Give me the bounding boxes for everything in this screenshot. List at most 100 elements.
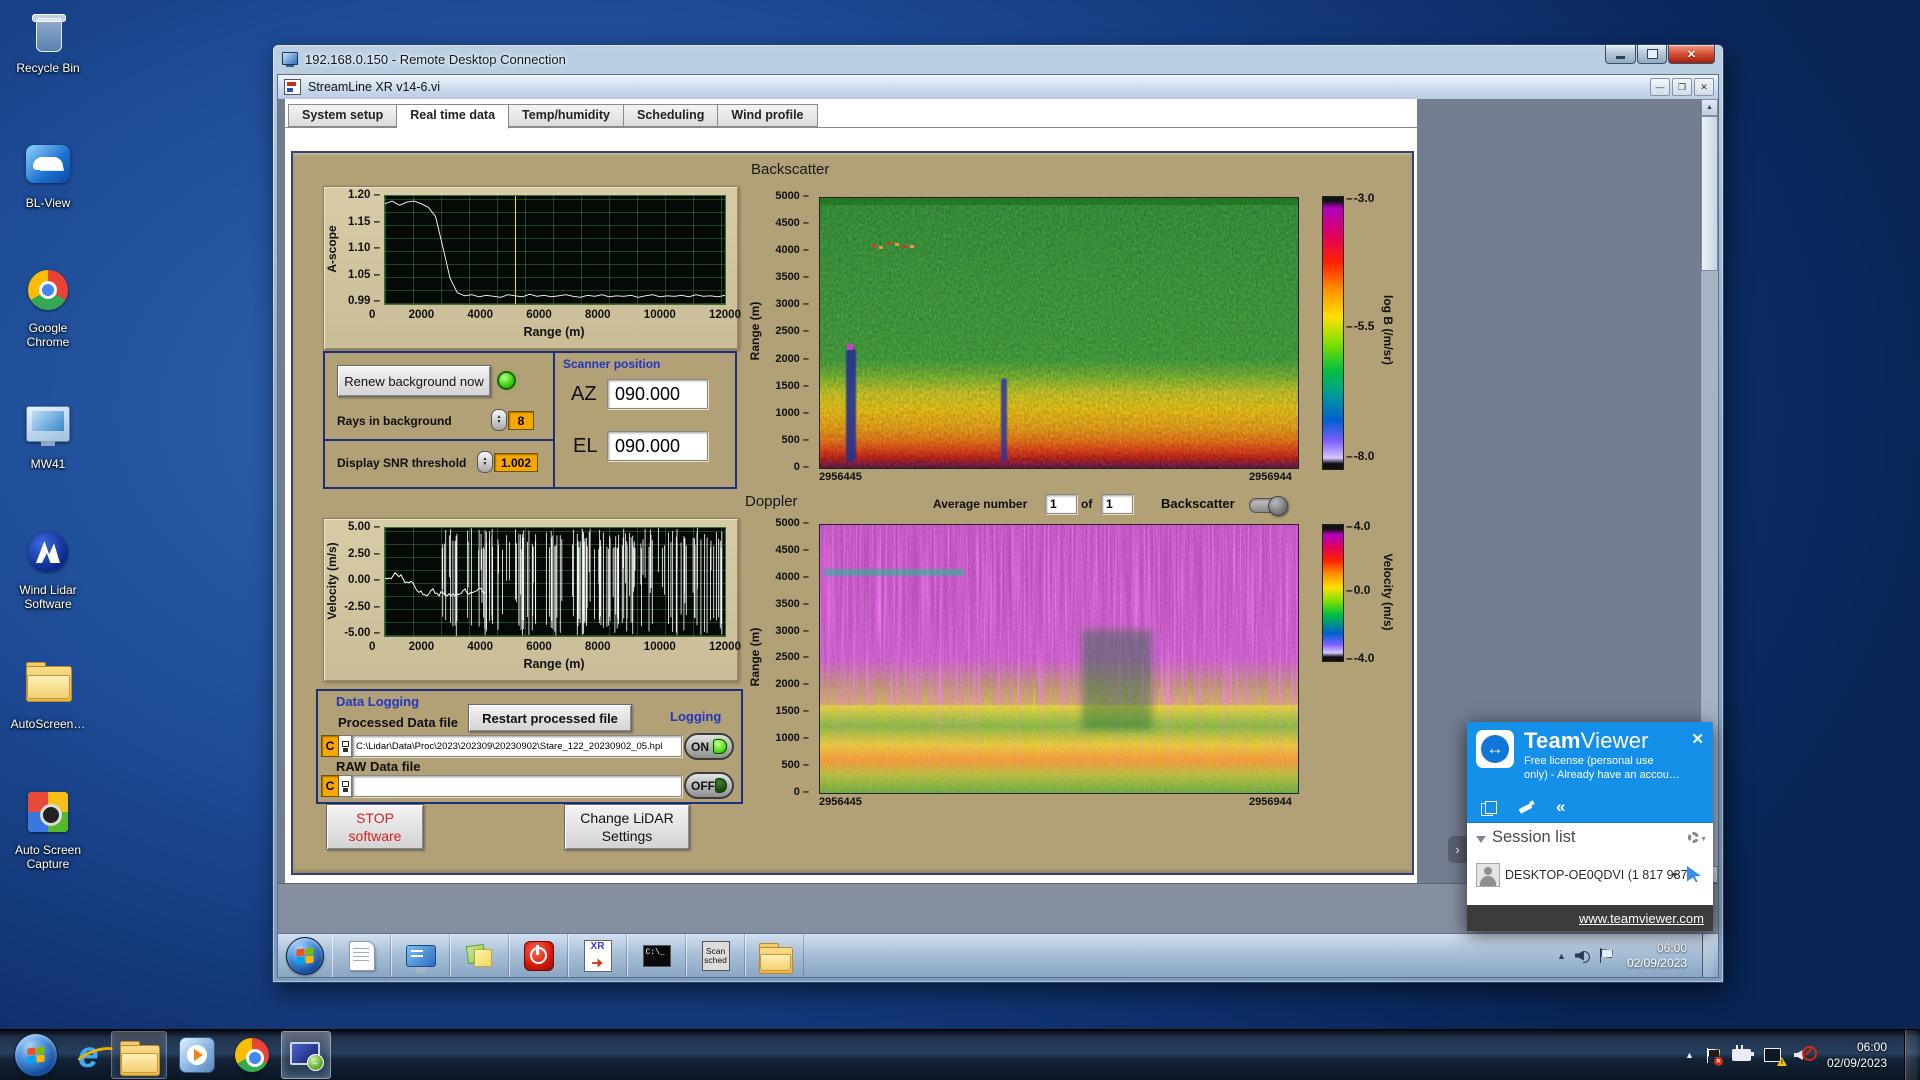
backscatter-colorbar-label: log B (/m/sr) [1381, 294, 1395, 365]
doppler-colorbar-tick-mid: 0.0 [1346, 583, 1371, 597]
desktop-icon-bl-view[interactable]: BL-View [0, 140, 96, 210]
ascope-cursor-line[interactable] [515, 196, 517, 304]
tick-label: 4500 [769, 217, 809, 229]
remote-clock[interactable]: 06:00 02/09/2023 [1621, 941, 1693, 971]
el-value-field[interactable]: 090.000 [607, 431, 708, 461]
processed-logging-toggle[interactable]: ON [684, 733, 734, 760]
internet-explorer-icon: e [78, 1034, 99, 1075]
desktop-icon-wind-lidar[interactable]: Wind Lidar Software [0, 528, 96, 611]
minimize-button[interactable] [1605, 45, 1636, 64]
host-power-plug-icon[interactable] [1731, 1045, 1754, 1061]
remote-taskbar-sticky-notes[interactable] [450, 934, 509, 977]
session-entry[interactable]: DESKTOP-OE0QDVI (1 817 937 [1505, 868, 1688, 882]
host-show-desktop-button[interactable] [1904, 1030, 1918, 1080]
desktop-icon-recycle-bin[interactable]: Recycle Bin [0, 10, 96, 75]
session-list-label: Session list [1492, 828, 1576, 846]
tab-wind-profile[interactable]: Wind profile [718, 104, 818, 127]
processed-drive-box[interactable]: C [321, 735, 339, 757]
remote-taskbar-scan-scheduler[interactable]: Scan sched [686, 934, 745, 977]
host-clock-time: 06:00 [1856, 1040, 1887, 1054]
renew-background-button[interactable]: Renew background now [337, 365, 491, 397]
tick-label: 5.00 [338, 521, 380, 533]
velocity-trace [385, 528, 723, 636]
chrome-icon [234, 1038, 269, 1072]
remote-taskbar-explorer[interactable] [745, 934, 804, 977]
host-hidden-icons-arrow[interactable]: ▲ [1685, 1050, 1694, 1060]
desktop-icon-mw41[interactable]: MW41 [0, 400, 96, 471]
whiteboard-brush-icon[interactable] [1518, 800, 1534, 814]
tick-label: 1500 [769, 705, 809, 717]
remote-hidden-icons-arrow[interactable]: ▲ [1557, 951, 1566, 961]
remote-speaker-icon[interactable] [1574, 949, 1591, 963]
remote-taskbar-streamline-xr[interactable]: XR [568, 934, 627, 977]
host-start-button[interactable] [6, 1032, 66, 1078]
app-minimize-button[interactable]: — [1650, 78, 1670, 96]
remote-taskbar-display-settings[interactable] [391, 934, 450, 977]
app-close-button[interactable]: ✕ [1694, 78, 1714, 96]
tab-scheduling[interactable]: Scheduling [624, 104, 719, 127]
session-copy-icon[interactable] [1481, 800, 1497, 816]
cmd-icon-text: C:\_ [645, 947, 665, 957]
change-lidar-settings-button[interactable]: Change LiDAR Settings [564, 804, 690, 850]
remote-taskbar-notepad[interactable] [332, 934, 391, 977]
raw-logging-toggle[interactable]: OFF [684, 772, 734, 799]
host-speaker-muted-icon[interactable] [1793, 1046, 1817, 1062]
restart-processed-file-button[interactable]: Restart processed file [468, 704, 632, 732]
tab-real-time-data[interactable]: Real time data [397, 104, 510, 129]
host-taskbar-media-player[interactable] [171, 1032, 223, 1078]
tab-system-setup[interactable]: System setup [288, 104, 398, 127]
teamviewer-close-icon[interactable]: ✕ [1691, 730, 1704, 748]
teamviewer-collapse-handle[interactable]: › [1448, 836, 1467, 863]
backscatter-colorbar [1322, 196, 1344, 470]
cmd-icon: C:\_ [642, 944, 671, 967]
session-list-expand-icon[interactable] [1476, 836, 1486, 843]
az-value-field[interactable]: 090.000 [607, 379, 708, 409]
session-entry-dropdown-icon[interactable]: ▼ [1670, 870, 1679, 880]
tab-temp-humidity[interactable]: Temp/humidity [509, 104, 625, 127]
raw-drive-box[interactable]: C [321, 775, 339, 797]
maximize-button[interactable] [1637, 45, 1667, 64]
processed-path-field[interactable]: C:\Lidar\Data\Proc\2023\202309\20230902\… [352, 735, 682, 757]
snr-value-field[interactable]: 1.002 [494, 453, 538, 472]
desktop-icon-autoscreen[interactable]: AutoScreen… [0, 658, 96, 731]
host-action-center-icon[interactable]: ✕ [1706, 1047, 1723, 1066]
stop-software-button[interactable]: STOP software [326, 804, 424, 850]
host-taskbar-internet-explorer[interactable]: e [70, 1032, 107, 1078]
backscatter-toggle-switch[interactable] [1249, 496, 1288, 516]
remote-taskbar-command-prompt[interactable]: C:\_ [627, 934, 686, 977]
snr-spinner[interactable]: ▲ ▼ [477, 451, 493, 473]
close-button[interactable]: ✕ [1668, 45, 1715, 64]
remote-action-center-icon[interactable] [1599, 948, 1612, 963]
teamviewer-link[interactable]: www.teamviewer.com [1579, 911, 1704, 926]
raw-path-browse-icon[interactable] [339, 775, 352, 797]
desktop-icon-auto-screen-capture[interactable]: Auto Screen Capture [0, 788, 96, 871]
host-taskbar-explorer[interactable] [110, 1031, 167, 1079]
host-clock-date: 02/09/2023 [1826, 1056, 1887, 1070]
background-group: Renew background now Rays in background … [325, 353, 555, 487]
desktop-icon-google-chrome[interactable]: Google Chrome [0, 266, 96, 349]
remote-start-button[interactable] [278, 934, 332, 977]
gear-dropdown-icon[interactable]: ▼ [1700, 836, 1707, 843]
remote-show-desktop-button[interactable] [1702, 934, 1714, 977]
host-clock[interactable]: 06:00 02/09/2023 [1823, 1039, 1891, 1071]
rays-value-field[interactable]: 8 [508, 411, 534, 430]
collapse-chevrons-icon[interactable]: « [1556, 798, 1565, 815]
rays-spinner[interactable]: ▲ ▼ [491, 409, 507, 431]
rdp-titlebar[interactable]: 192.168.0.150 - Remote Desktop Connectio… [273, 45, 1723, 74]
streamline-titlebar[interactable]: StreamLine XR v14-6.vi — ❐ ✕ [278, 75, 1718, 100]
processed-path-browse-icon[interactable] [339, 735, 352, 757]
gear-icon[interactable] [1688, 832, 1699, 843]
host-network-warning-icon[interactable]: ! [1763, 1048, 1787, 1066]
scrollbar-thumb[interactable] [1701, 116, 1718, 271]
host-taskbar-remote-desktop[interactable]: ↔ [280, 1031, 331, 1079]
tick-label: 3500 [769, 598, 809, 610]
scroll-up-arrow[interactable]: ▲ [1701, 99, 1718, 116]
tick-label: 4000 [769, 244, 809, 256]
raw-path-field[interactable] [352, 775, 682, 797]
host-taskbar-chrome[interactable] [227, 1032, 277, 1078]
remote-taskbar-shutdown[interactable] [509, 934, 568, 977]
of-total-field[interactable]: 1 [1101, 494, 1133, 514]
app-restore-button[interactable]: ❐ [1672, 78, 1692, 96]
average-number-field[interactable]: 1 [1045, 494, 1077, 514]
tick-label: 0 [369, 641, 376, 653]
